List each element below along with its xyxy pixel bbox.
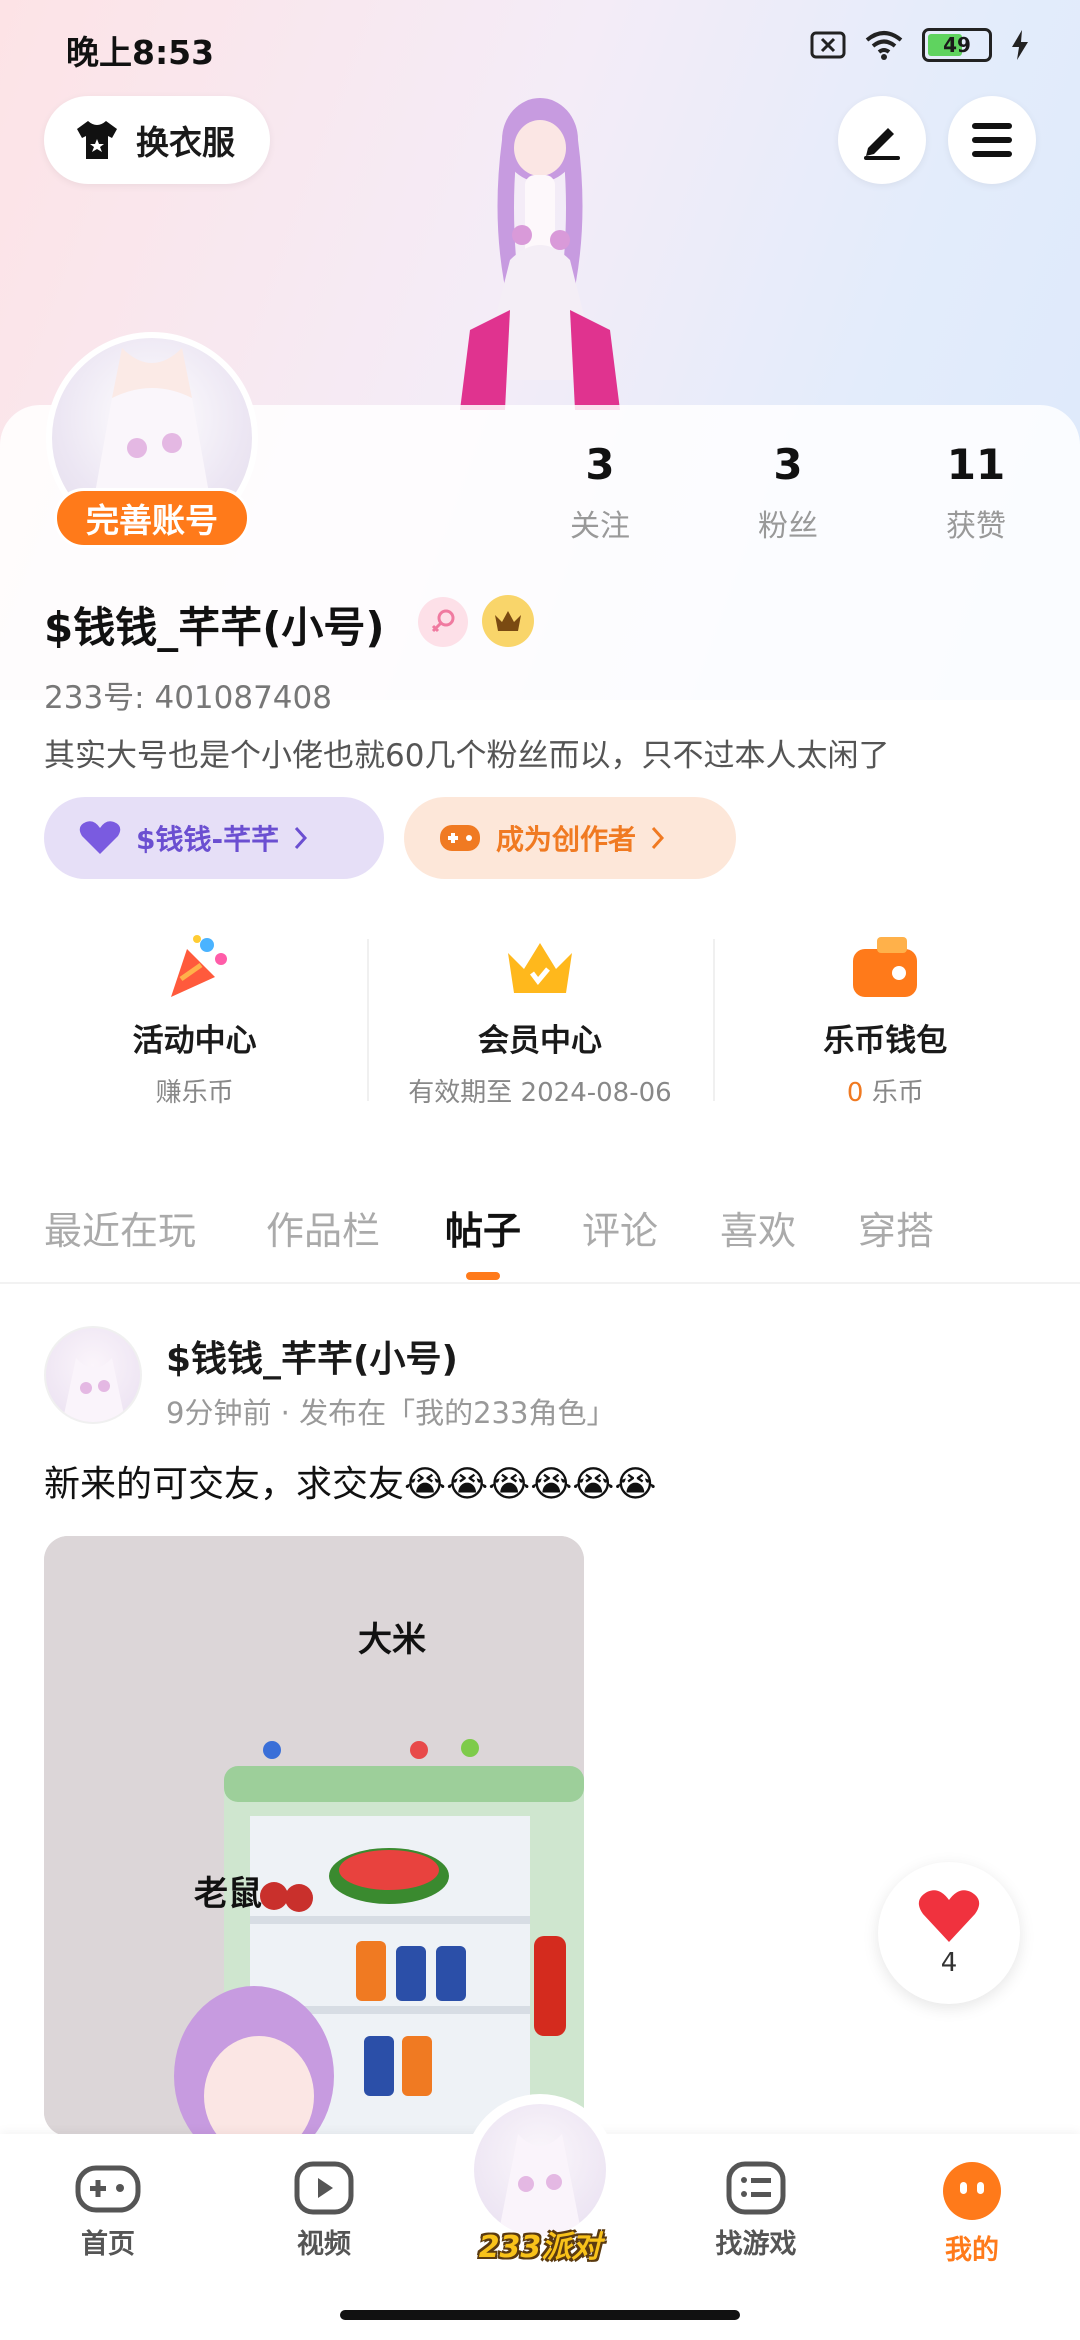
status-time: 晚上8:53 xyxy=(66,33,215,72)
become-creator-button[interactable]: 成为创作者 xyxy=(404,797,736,879)
gamepad-icon xyxy=(75,2165,141,2213)
activity-center-title: 活动中心 xyxy=(132,1023,257,1059)
fans-label: 粉丝 xyxy=(758,509,818,544)
menu-icon xyxy=(972,123,1012,157)
image-label-mouse: 老鼠 xyxy=(194,1874,262,1914)
chevron-right-icon xyxy=(651,826,665,850)
menu-button[interactable] xyxy=(948,96,1036,184)
fan-group-label: $钱钱-芊芊 xyxy=(136,823,280,856)
post-text: 新来的可交友，求交友😭😭😭😭😭😭 xyxy=(44,1464,657,1505)
user-bio: 其实大号也是个小佬也就60几个粉丝而以，只不过本人太闲了 xyxy=(44,738,890,774)
activity-center[interactable]: 活动中心 赚乐币 xyxy=(22,913,367,1127)
nav-find-games-label: 找游戏 xyxy=(715,2229,797,2260)
change-outfit-button[interactable]: 换衣服 xyxy=(44,96,270,184)
tab-works[interactable]: 作品栏 xyxy=(266,1200,380,1255)
pen-icon xyxy=(864,128,900,160)
profile-face-icon xyxy=(943,2162,1001,2220)
coin-wallet-sub: 0 乐币 xyxy=(847,1072,924,1109)
active-tab-indicator xyxy=(466,1272,500,1280)
fans-count: 3 xyxy=(773,440,803,489)
image-label-rice: 大米 xyxy=(358,1620,426,1660)
home-indicator xyxy=(340,2310,740,2320)
change-outfit-label: 换衣服 xyxy=(136,123,235,162)
following-count: 3 xyxy=(585,440,615,489)
likes-label: 获赞 xyxy=(946,509,1006,544)
tab-comments[interactable]: 评论 xyxy=(582,1200,658,1255)
crown-badge-icon[interactable] xyxy=(482,595,534,647)
like-count: 4 xyxy=(940,1948,958,1978)
gamepad-icon xyxy=(440,825,480,851)
floating-like-button[interactable]: 4 xyxy=(878,1862,1020,2004)
nav-find-games[interactable]: 找游戏 xyxy=(676,2160,836,2261)
fan-group-button[interactable]: $钱钱-芊芊 xyxy=(44,797,384,879)
party-avatar-button[interactable] xyxy=(474,2104,606,2236)
battery-level: 49 xyxy=(943,33,971,57)
crown-icon xyxy=(507,943,572,993)
heart-icon xyxy=(79,821,121,854)
nav-home-label: 首页 xyxy=(81,2229,135,2260)
coin-wallet-title: 乐币钱包 xyxy=(823,1023,948,1059)
coin-wallet[interactable]: 乐币钱包 0 乐币 xyxy=(712,913,1058,1127)
nav-home[interactable]: 首页 xyxy=(28,2160,188,2261)
list-icon xyxy=(726,2161,786,2215)
wallet-icon xyxy=(853,937,918,997)
user-id: 233号: 401087408 xyxy=(44,680,332,716)
member-center-sub: 有效期至 2024-08-06 xyxy=(408,1078,672,1108)
heart-icon xyxy=(918,1890,980,1942)
female-gender-icon xyxy=(418,597,468,647)
wifi-icon xyxy=(865,31,903,60)
charging-icon xyxy=(1012,30,1028,60)
tab-posts[interactable]: 帖子 xyxy=(445,1200,521,1255)
tab-likes[interactable]: 喜欢 xyxy=(720,1200,796,1255)
complete-account-button[interactable]: 完善账号 xyxy=(54,488,250,548)
member-center[interactable]: 会员中心 有效期至 2024-08-06 xyxy=(367,913,712,1127)
following-label: 关注 xyxy=(570,509,630,544)
become-creator-label: 成为创作者 xyxy=(496,823,637,856)
services-card: 活动中心 赚乐币 会员中心 有效期至 2024-08-06 乐币钱包 0 乐币 xyxy=(22,913,1058,1127)
profile-tabs: 最近在玩 作品栏 帖子 评论 喜欢 穿搭 xyxy=(0,1166,1080,1284)
stat-fans[interactable]: 3 粉丝 xyxy=(718,440,858,545)
shirt-icon xyxy=(77,121,117,159)
post-image[interactable]: 大米 老鼠 xyxy=(44,1536,584,2136)
likes-count: 11 xyxy=(946,440,1006,489)
post-author-avatar[interactable] xyxy=(44,1326,142,1424)
stat-following[interactable]: 3 关注 xyxy=(530,440,670,545)
coin-unit: 乐币 xyxy=(871,1078,924,1108)
nav-mine[interactable]: 我的 xyxy=(892,2160,1052,2267)
chevron-right-icon xyxy=(294,826,308,850)
member-center-title: 会员中心 xyxy=(477,1023,602,1059)
tab-recently-played[interactable]: 最近在玩 xyxy=(44,1200,196,1255)
nav-video-label: 视频 xyxy=(297,2229,351,2260)
status-icons: 49 xyxy=(810,28,1030,62)
nav-mine-label: 我的 xyxy=(945,2235,999,2266)
post-meta: 9分钟前 · 发布在「我的233角色」 xyxy=(166,1396,616,1430)
avatar-figure-icon xyxy=(62,1358,126,1422)
party-label[interactable]: 233派对 xyxy=(470,2222,610,2266)
fridge-scene-image xyxy=(44,1536,584,2136)
avatar-figure-icon xyxy=(498,2134,582,2236)
nav-video[interactable]: 视频 xyxy=(244,2160,404,2261)
stat-likes[interactable]: 11 获赞 xyxy=(906,440,1046,545)
user-nickname: $钱钱_芊芊(小号) xyxy=(44,603,385,652)
avatar-3d-figure[interactable] xyxy=(410,80,670,410)
edit-button[interactable] xyxy=(838,96,926,184)
tab-outfits[interactable]: 穿搭 xyxy=(858,1200,934,1255)
sim-off-icon xyxy=(810,31,846,59)
coin-balance: 0 xyxy=(846,1078,864,1108)
battery-icon: 49 xyxy=(922,28,992,62)
activity-center-sub: 赚乐币 xyxy=(155,1078,234,1108)
party-popper-icon xyxy=(170,935,227,997)
play-icon xyxy=(294,2161,354,2215)
post-author-name[interactable]: $钱钱_芊芊(小号) xyxy=(166,1330,458,1382)
